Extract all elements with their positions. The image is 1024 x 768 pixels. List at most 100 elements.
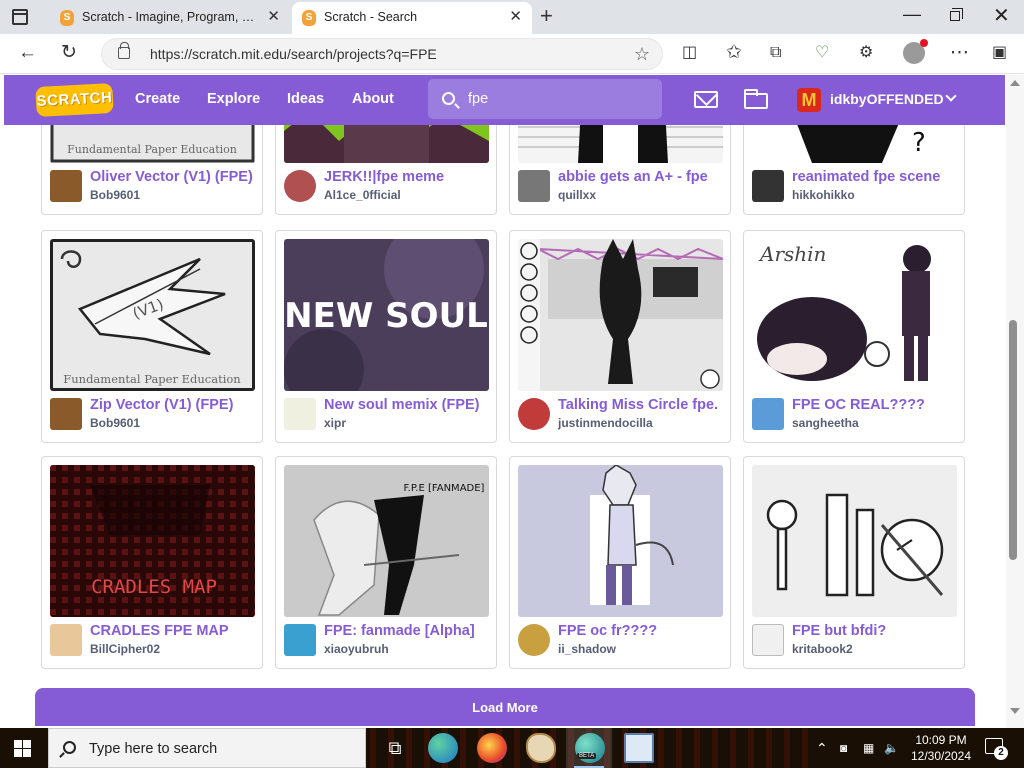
- project-author[interactable]: xipr: [324, 415, 346, 431]
- scratch-logo[interactable]: SCRATCH: [35, 83, 114, 117]
- refresh-icon[interactable]: ↻: [61, 40, 77, 66]
- collections-icon[interactable]: ⧉: [770, 40, 781, 66]
- project-author[interactable]: kritabook2: [792, 641, 853, 657]
- nav-about[interactable]: About: [352, 75, 394, 123]
- author-avatar[interactable]: [284, 170, 316, 202]
- favorites-icon[interactable]: ✩: [726, 40, 742, 66]
- project-author[interactable]: justinmendocilla: [558, 415, 653, 431]
- new-tab-button[interactable]: +: [540, 3, 553, 29]
- project-title[interactable]: Talking Miss Circle fpe.: [558, 395, 723, 415]
- window-close-button[interactable]: ✕: [993, 3, 1010, 28]
- project-author[interactable]: sangheetha: [792, 415, 859, 431]
- project-title[interactable]: Zip Vector (V1) (FPE): [90, 395, 255, 415]
- window-minimize-button[interactable]: —: [903, 4, 921, 25]
- project-title[interactable]: Oliver Vector (V1) (FPE): [90, 167, 255, 187]
- project-title[interactable]: reanimated fpe scene: [792, 167, 957, 187]
- project-title[interactable]: FPE oc fr????: [558, 621, 723, 641]
- chevron-up-icon[interactable]: ⌃: [816, 728, 828, 768]
- windows-start-icon[interactable]: [14, 740, 32, 757]
- project-author[interactable]: Al1ce_0fficial: [324, 187, 401, 203]
- favorite-star-icon[interactable]: ☆: [634, 41, 650, 67]
- author-avatar[interactable]: [284, 624, 316, 656]
- project-author[interactable]: hikkohikko: [792, 187, 855, 203]
- task-view-icon[interactable]: ⧉: [380, 733, 410, 763]
- messages-icon[interactable]: [694, 91, 718, 108]
- project-title[interactable]: FPE: fanmade [Alpha]: [324, 621, 489, 641]
- project-card[interactable]: (V1) Fundamental Paper Education Zip Vec…: [41, 230, 263, 443]
- author-avatar[interactable]: [50, 170, 82, 202]
- author-avatar[interactable]: [752, 398, 784, 430]
- author-avatar[interactable]: [752, 170, 784, 202]
- network-icon[interactable]: ▦: [863, 728, 874, 768]
- nav-explore[interactable]: Explore: [207, 75, 260, 123]
- back-arrow-icon[interactable]: ←: [18, 40, 37, 66]
- address-bar[interactable]: https://scratch.mit.edu/search/projects?…: [101, 38, 663, 70]
- author-avatar[interactable]: [752, 624, 784, 656]
- project-title[interactable]: FPE but bfdi?: [792, 621, 957, 641]
- nav-create[interactable]: Create: [135, 75, 180, 123]
- paint-icon[interactable]: [526, 733, 556, 763]
- project-thumbnail[interactable]: (V1) Fundamental Paper Education: [50, 239, 255, 391]
- author-avatar[interactable]: [50, 398, 82, 430]
- firefox-icon[interactable]: [477, 733, 507, 763]
- search-query[interactable]: fpe: [468, 79, 488, 119]
- profile-icon[interactable]: [903, 39, 928, 64]
- author-avatar[interactable]: [284, 398, 316, 430]
- project-thumbnail[interactable]: NEW SOUL: [284, 239, 489, 391]
- project-title[interactable]: New soul memix (FPE): [324, 395, 489, 415]
- project-card[interactable]: FPE but bfdi? kritabook2: [743, 456, 965, 669]
- tab-scratch-home[interactable]: S Scratch - Imagine, Program, Share ✕: [50, 2, 290, 34]
- project-author[interactable]: BillCipher02: [90, 641, 160, 657]
- username[interactable]: idkbyOFFENDED: [830, 75, 944, 123]
- project-title[interactable]: abbie gets an A+ - fpe: [558, 167, 723, 187]
- more-icon[interactable]: ⋯: [950, 40, 969, 66]
- project-title[interactable]: JERK!!|fpe meme: [324, 167, 489, 187]
- project-thumbnail[interactable]: Arshin: [752, 239, 957, 391]
- project-thumbnail[interactable]: [752, 465, 957, 617]
- chevron-down-icon[interactable]: [945, 90, 957, 102]
- project-thumbnail[interactable]: [518, 239, 723, 391]
- edge-beta-icon[interactable]: BETA: [575, 733, 605, 763]
- author-avatar[interactable]: [518, 170, 550, 202]
- nav-ideas[interactable]: Ideas: [287, 75, 324, 123]
- author-avatar[interactable]: [50, 624, 82, 656]
- my-stuff-folder-icon[interactable]: [744, 89, 768, 109]
- search-input[interactable]: fpe: [428, 79, 662, 119]
- browser-essentials-icon[interactable]: ♡: [815, 40, 829, 66]
- scroll-up-icon[interactable]: [1010, 80, 1020, 86]
- split-screen-icon[interactable]: ◫: [682, 40, 697, 66]
- extensions-icon[interactable]: ⚙: [859, 40, 873, 66]
- project-card[interactable]: FPE oc fr???? ii_shadow: [509, 456, 731, 669]
- project-thumbnail[interactable]: [518, 465, 723, 617]
- scrollbar-thumb[interactable]: [1009, 320, 1017, 560]
- tab-scratch-search[interactable]: S Scratch - Search ✕: [292, 2, 532, 34]
- project-thumbnail[interactable]: F.P.E [FANMADE]: [284, 465, 489, 617]
- project-title[interactable]: CRADLES FPE MAP: [90, 621, 255, 641]
- volume-muted-icon[interactable]: 🔈: [884, 728, 899, 768]
- control-panel-icon[interactable]: [624, 733, 654, 763]
- project-author[interactable]: ii_shadow: [558, 641, 616, 657]
- taskbar-search-box[interactable]: Type here to search: [48, 728, 366, 768]
- address-url[interactable]: https://scratch.mit.edu/search/projects?…: [150, 39, 437, 69]
- load-more-button[interactable]: Load More: [35, 688, 975, 726]
- tab-actions-icon[interactable]: [12, 9, 28, 25]
- project-title[interactable]: FPE OC REAL????: [792, 395, 957, 415]
- project-author[interactable]: xiaoyubruh: [324, 641, 389, 657]
- window-restore-button[interactable]: [950, 8, 963, 21]
- author-avatar[interactable]: [518, 624, 550, 656]
- user-avatar[interactable]: M: [797, 88, 821, 112]
- taskbar-clock[interactable]: 10:09 PM 12/30/2024: [905, 732, 977, 764]
- project-author[interactable]: Bob9601: [90, 415, 140, 431]
- project-card[interactable]: NEW SOUL New soul memix (FPE) xipr: [275, 230, 497, 443]
- project-thumbnail[interactable]: CRADLES MAP: [50, 465, 255, 617]
- taskbar-search-placeholder[interactable]: Type here to search: [89, 729, 217, 768]
- edge-icon[interactable]: [428, 733, 458, 763]
- author-avatar[interactable]: [518, 398, 550, 430]
- tab-close-icon[interactable]: ✕: [509, 2, 522, 32]
- project-card[interactable]: CRADLES MAP CRADLES FPE MAP BillCipher02: [41, 456, 263, 669]
- meet-now-icon[interactable]: ◙: [840, 728, 847, 768]
- project-author[interactable]: quillxx: [558, 187, 596, 203]
- project-card[interactable]: Arshin FPE OC REAL???? sangheetha: [743, 230, 965, 443]
- scroll-down-icon[interactable]: [1010, 708, 1020, 714]
- sidebar-icon[interactable]: ▣: [992, 40, 1007, 66]
